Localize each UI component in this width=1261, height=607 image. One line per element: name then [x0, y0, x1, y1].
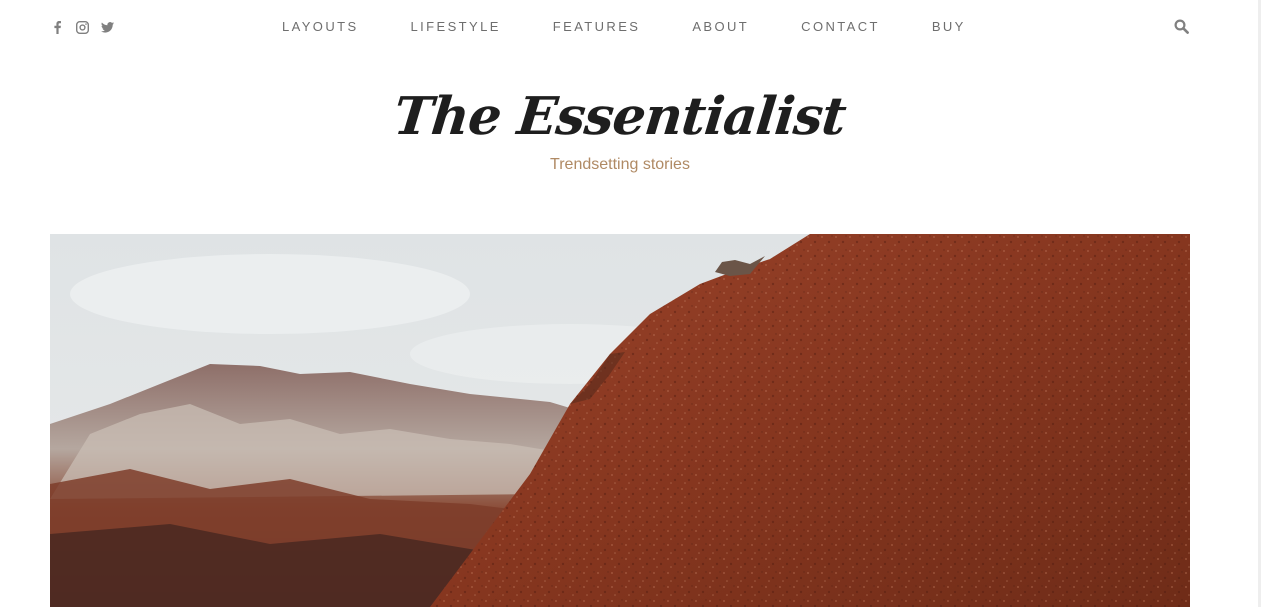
instagram-icon: [75, 20, 89, 34]
social-links: [50, 19, 114, 35]
nav-item-layouts[interactable]: LAYOUTS: [282, 19, 359, 35]
nav-item-buy[interactable]: BUY: [932, 19, 966, 35]
nav-item-about[interactable]: ABOUT: [692, 19, 749, 35]
page: LAYOUTS LIFESTYLE FEATURES ABOUT CONTACT…: [0, 0, 1261, 607]
twitter-icon: [100, 21, 114, 33]
search-button[interactable]: [1174, 19, 1190, 35]
site-title[interactable]: The Essentialist: [391, 82, 849, 152]
nav-item-contact[interactable]: CONTACT: [801, 19, 880, 35]
main-nav: LAYOUTS LIFESTYLE FEATURES ABOUT CONTACT…: [282, 19, 966, 35]
facebook-link[interactable]: [50, 19, 64, 35]
instagram-link[interactable]: [75, 19, 89, 35]
site-tagline: Trendsetting stories: [550, 156, 690, 173]
site-branding: The Essentialist Trendsetting stories: [0, 82, 1240, 175]
nav-item-lifestyle[interactable]: LIFESTYLE: [411, 19, 501, 35]
nav-item-features[interactable]: FEATURES: [553, 19, 641, 35]
search-icon: [1174, 19, 1189, 34]
red-desert-mountain-photo: [50, 234, 1190, 607]
twitter-link[interactable]: [100, 19, 114, 35]
facebook-icon: [53, 20, 61, 34]
hero-image[interactable]: [50, 234, 1190, 607]
